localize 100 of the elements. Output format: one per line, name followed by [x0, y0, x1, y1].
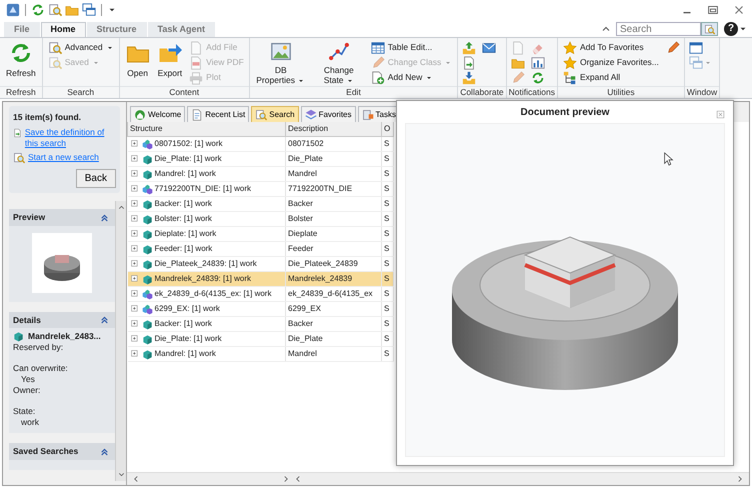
printer-icon — [189, 70, 204, 84]
expand-icon[interactable] — [130, 259, 140, 269]
column-header[interactable]: Structure — [128, 122, 286, 136]
sidebar-link[interactable]: Save the definition of this search — [13, 126, 116, 149]
table-row[interactable]: Die_Plate: [1] work Die_Plate S — [128, 152, 394, 166]
expand-icon[interactable] — [130, 274, 140, 284]
table-row[interactable]: Feeder: [1] work Feeder S — [128, 242, 394, 256]
ribbon-button[interactable]: Refresh — [4, 40, 38, 86]
group-label: Notifications — [506, 86, 557, 98]
content-tab[interactable]: Recent List — [187, 106, 250, 122]
expand-icon[interactable] — [130, 244, 140, 254]
refresh-icon[interactable] — [31, 3, 45, 17]
expand-icon[interactable] — [130, 304, 140, 314]
expand-icon[interactable] — [130, 199, 140, 209]
upload-icon[interactable] — [462, 40, 476, 54]
cube-icon — [142, 214, 152, 224]
content-tab[interactable]: Favorites — [300, 106, 356, 122]
ribbon-button[interactable]: Table Edit... — [370, 40, 454, 54]
restore-icon[interactable] — [706, 3, 720, 17]
field-label: State: — [13, 406, 36, 418]
ribbon-button[interactable]: Advanced — [46, 40, 115, 54]
chart-icon[interactable] — [530, 56, 545, 70]
ribbon-button[interactable]: Add To Favorites — [562, 40, 660, 54]
expand-icon[interactable] — [130, 139, 140, 149]
group-label: Collaborate — [458, 86, 506, 98]
table-row[interactable]: Mandrel: [1] work Mandrel S — [128, 346, 394, 362]
details-item: Mandrelek_2483... — [13, 331, 111, 342]
tree-item-label: Backer: [1] work — [154, 318, 212, 330]
ribbon-button[interactable]: Change State — [312, 40, 366, 86]
cube-icon — [13, 331, 24, 342]
back-button[interactable]: Back — [76, 168, 116, 188]
table-row[interactable]: 77192200TN_DIE: [1] work 77192200TN_DIE S — [128, 182, 394, 196]
result-count: 15 item(s) found. — [13, 111, 82, 124]
ribbon-tab[interactable]: Structure — [86, 22, 147, 37]
column-header[interactable]: Description — [286, 122, 382, 136]
ribbon-tab[interactable]: Home — [40, 22, 86, 37]
ribbon-button[interactable]: Expand All — [562, 70, 660, 84]
panel-title: Details — [13, 314, 41, 326]
table-cell: S — [384, 169, 390, 178]
cube-icon — [142, 334, 152, 344]
pencil-icon[interactable] — [666, 40, 680, 54]
tree-item-label: Bolster: [1] work — [154, 213, 212, 225]
collapse-icon[interactable] — [99, 314, 110, 326]
cube-icon — [142, 198, 152, 210]
tree-item-label: Dieplate: [1] work — [154, 228, 216, 240]
table-cell: Die_Plateek_24839 — [288, 259, 358, 268]
table-cell: S — [384, 199, 390, 208]
ribbon-button[interactable]: Add New — [370, 70, 454, 84]
table-row[interactable]: 08071502: [1] work 08071502 S — [128, 136, 394, 152]
ribbon-button[interactable]: Export — [156, 40, 184, 86]
panel-header[interactable]: Saved Searches — [9, 443, 115, 460]
close-icon[interactable] — [716, 110, 725, 119]
table-row[interactable]: Mandrel: [1] work Mandrel S — [128, 166, 394, 182]
refresh-icon[interactable] — [530, 70, 545, 84]
search-field[interactable]: Search — [616, 22, 701, 36]
panel-header[interactable]: Details — [9, 312, 115, 328]
ribbon-tab[interactable]: File — [4, 22, 40, 37]
table-row[interactable]: Bolster: [1] work Bolster S — [128, 212, 394, 226]
collapse-icon[interactable] — [99, 446, 110, 458]
expand-icon[interactable] — [130, 184, 140, 194]
group-label: Search — [42, 86, 119, 98]
cube-icon — [142, 244, 152, 254]
content-tab[interactable]: Welcome — [130, 106, 186, 122]
table-row[interactable]: Dieplate: [1] work Dieplate S — [128, 226, 394, 242]
table-row[interactable]: Backer: [1] work Backer S — [128, 196, 394, 212]
tray-icon[interactable] — [462, 70, 476, 84]
column-header[interactable]: O — [382, 122, 394, 136]
expand-icon[interactable] — [130, 289, 140, 299]
group-label: Content — [120, 86, 249, 98]
scrollbar[interactable] — [115, 200, 126, 481]
ribbon-button[interactable]: DB Properties — [254, 40, 308, 86]
expand-icon[interactable] — [130, 169, 140, 179]
export-icon — [158, 41, 182, 65]
envelope-icon[interactable] — [482, 40, 496, 54]
expand-icon[interactable] — [130, 349, 140, 359]
table-cell: S — [384, 319, 390, 328]
expand-icon[interactable] — [130, 319, 140, 329]
expand-icon[interactable] — [130, 334, 140, 344]
folder-icon[interactable] — [65, 3, 79, 17]
cube-icon — [142, 168, 152, 180]
ribbon-tab[interactable]: Task Agent — [148, 22, 216, 37]
search-button[interactable] — [701, 22, 718, 36]
search-icon[interactable] — [48, 3, 62, 17]
document-arrow-icon — [13, 126, 22, 139]
content-tab[interactable]: Search — [251, 106, 299, 122]
windows-icon[interactable] — [82, 3, 96, 17]
ribbon-button[interactable]: Open — [124, 40, 152, 86]
expand-icon[interactable] — [130, 229, 140, 239]
sidebar-link[interactable]: Start a new search — [13, 152, 116, 164]
expand-icon[interactable] — [130, 154, 140, 164]
table-row[interactable]: ek_24839_d-6(4135_ex: [1] work ek_24839_d-6(4135_ex S — [128, 286, 394, 302]
document-arrow-icon[interactable] — [462, 56, 476, 70]
group-label: Window — [684, 86, 720, 98]
help-button[interactable]: ? — [724, 22, 738, 36]
ribbon-button[interactable]: Organize Favorites... — [562, 56, 660, 70]
table-row[interactable]: Die_Plate: [1] work Die_Plate S — [128, 332, 394, 346]
panel-header[interactable]: Preview — [9, 208, 115, 226]
expand-icon[interactable] — [130, 214, 140, 224]
table-row[interactable]: Backer: [1] work Backer S — [128, 316, 394, 332]
table-row[interactable]: 6299_EX: [1] work 6299_EX S — [128, 302, 394, 316]
